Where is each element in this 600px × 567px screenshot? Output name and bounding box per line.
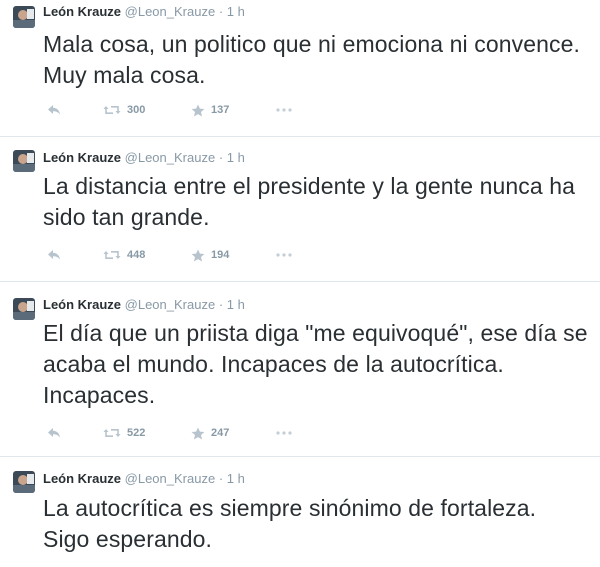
reply-button[interactable] (47, 245, 61, 265)
tweet-header: León Krauze @Leon_Krauze · 1 h (43, 470, 245, 488)
retweet-count: 448 (127, 249, 146, 261)
retweet-icon (103, 427, 121, 439)
author-username[interactable]: @Leon_Krauze (125, 4, 216, 19)
author-name[interactable]: León Krauze (43, 150, 121, 165)
reply-button[interactable] (47, 423, 61, 443)
favorite-button[interactable]: 137 (191, 100, 229, 120)
favorite-icon (191, 104, 205, 117)
retweet-icon (103, 104, 121, 116)
separator-dot: · (218, 471, 224, 486)
tweet-timestamp[interactable]: 1 h (227, 471, 245, 486)
retweet-count: 300 (127, 104, 146, 116)
separator-dot: · (218, 4, 224, 19)
tweet[interactable]: León Krauze @Leon_Krauze · 1 h El día qu… (0, 282, 600, 457)
author-name[interactable]: León Krauze (43, 471, 121, 486)
separator-dot: · (218, 297, 224, 312)
reply-icon (47, 427, 61, 439)
favorite-icon (191, 249, 205, 262)
more-button[interactable] (276, 423, 292, 443)
favorite-count: 137 (211, 104, 230, 116)
more-icon (276, 431, 292, 435)
more-button[interactable] (276, 245, 292, 265)
more-icon (276, 108, 292, 112)
avatar[interactable] (13, 471, 35, 493)
tweet-text: El día que un priista diga "me equivoqué… (43, 320, 588, 408)
tweet-timestamp[interactable]: 1 h (227, 4, 245, 19)
reply-icon (47, 104, 61, 116)
tweet[interactable]: León Krauze @Leon_Krauze · 1 h La autocr… (0, 457, 600, 567)
retweet-count: 522 (127, 427, 146, 439)
retweet-icon (103, 249, 121, 261)
avatar[interactable] (13, 150, 35, 172)
avatar[interactable] (13, 298, 35, 320)
tweet-header: León Krauze @Leon_Krauze · 1 h (43, 3, 245, 21)
tweet-timestamp[interactable]: 1 h (227, 297, 245, 312)
more-button[interactable] (276, 100, 292, 120)
favorite-icon (191, 427, 205, 440)
author-username[interactable]: @Leon_Krauze (125, 471, 216, 486)
tweet[interactable]: León Krauze @Leon_Krauze · 1 h Mala cosa… (0, 0, 600, 137)
tweet-header: León Krauze @Leon_Krauze · 1 h (43, 149, 245, 167)
retweet-button[interactable]: 300 (103, 100, 145, 120)
author-name[interactable]: León Krauze (43, 297, 121, 312)
retweet-button[interactable]: 522 (103, 423, 145, 443)
tweet-timestamp[interactable]: 1 h (227, 150, 245, 165)
tweet-text: Mala cosa, un politico que ni emociona n… (43, 31, 580, 88)
favorite-count: 194 (211, 249, 230, 261)
favorite-button[interactable]: 247 (191, 423, 229, 443)
author-username[interactable]: @Leon_Krauze (125, 150, 216, 165)
author-username[interactable]: @Leon_Krauze (125, 297, 216, 312)
reply-button[interactable] (47, 100, 61, 120)
retweet-button[interactable]: 448 (103, 245, 145, 265)
more-icon (276, 253, 292, 257)
tweet-header: León Krauze @Leon_Krauze · 1 h (43, 296, 245, 314)
tweet-timeline: León Krauze @Leon_Krauze · 1 h Mala cosa… (0, 0, 600, 567)
separator-dot: · (218, 150, 224, 165)
reply-icon (47, 249, 61, 261)
favorite-button[interactable]: 194 (191, 245, 229, 265)
tweet[interactable]: León Krauze @Leon_Krauze · 1 h La distan… (0, 137, 600, 282)
avatar[interactable] (13, 6, 35, 28)
author-name[interactable]: León Krauze (43, 4, 121, 19)
tweet-text: La distancia entre el presidente y la ge… (43, 173, 576, 230)
favorite-count: 247 (211, 427, 230, 439)
tweet-text: La autocrítica es siempre sinónimo de fo… (43, 495, 537, 552)
